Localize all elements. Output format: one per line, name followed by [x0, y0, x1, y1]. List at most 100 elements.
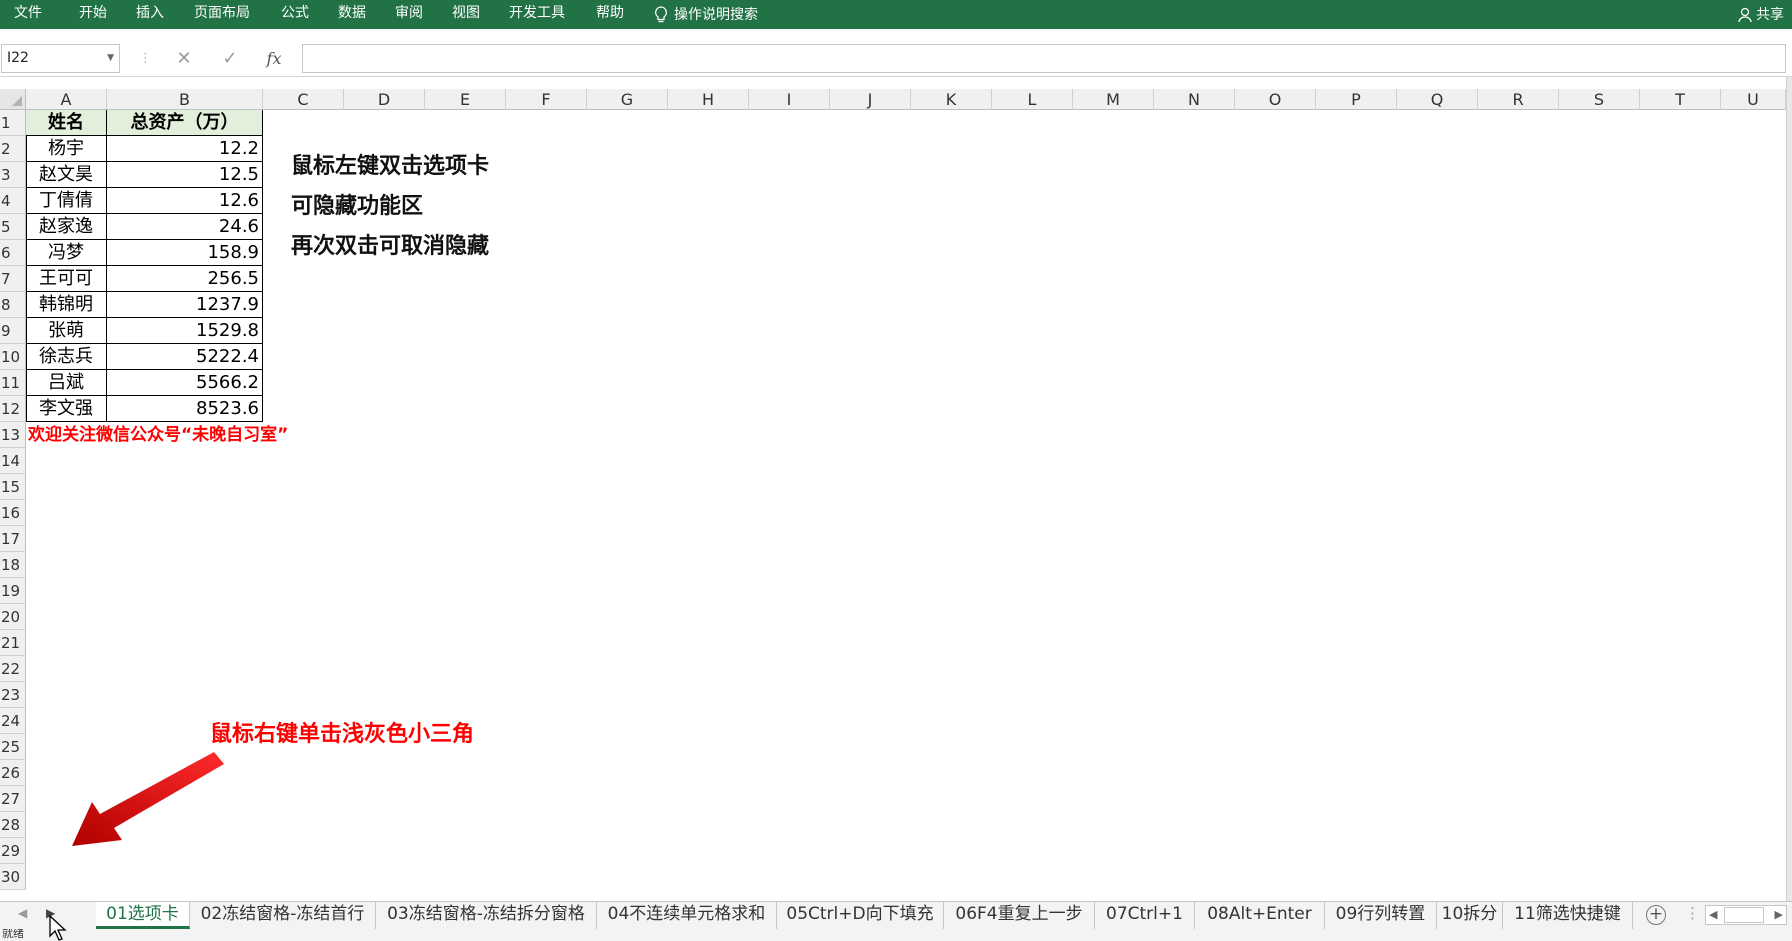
- row-header[interactable]: 9: [0, 318, 26, 344]
- table-cell-name[interactable]: 张萌: [26, 318, 107, 344]
- sheet-tab-06[interactable]: 06F4重复上一步: [944, 902, 1095, 929]
- right-click-tip[interactable]: 鼠标右键单击浅灰色小三角: [210, 716, 474, 748]
- row-header[interactable]: 6: [0, 240, 26, 266]
- row-header[interactable]: 18: [0, 552, 26, 578]
- share-button[interactable]: 共享: [1738, 0, 1784, 29]
- column-header[interactable]: Q: [1397, 89, 1478, 110]
- column-header[interactable]: T: [1640, 89, 1721, 110]
- add-sheet-icon[interactable]: +: [1646, 905, 1666, 925]
- tab-home[interactable]: 开始: [79, 0, 107, 29]
- column-header[interactable]: N: [1154, 89, 1235, 110]
- tab-insert[interactable]: 插入: [136, 0, 164, 29]
- column-header[interactable]: F: [506, 89, 587, 110]
- row-header[interactable]: 24: [0, 708, 26, 734]
- row-header[interactable]: 14: [0, 448, 26, 474]
- table-cell-value[interactable]: 5222.4: [107, 344, 263, 370]
- table-cell-name[interactable]: 赵文昊: [26, 162, 107, 188]
- column-header[interactable]: C: [263, 89, 344, 110]
- tab-developer[interactable]: 开发工具: [509, 0, 565, 29]
- table-cell-name[interactable]: 王可可: [26, 266, 107, 292]
- tab-data[interactable]: 数据: [338, 0, 366, 29]
- tell-me-search[interactable]: 操作说明搜索: [654, 0, 758, 29]
- tip-line-2[interactable]: 可隐藏功能区: [291, 188, 423, 220]
- cell-area[interactable]: 姓名 总资产（万） 杨宇 12.2 赵文昊 12.5 丁倩倩 12.6 赵家逸 …: [26, 110, 1786, 900]
- table-cell-name[interactable]: 吕斌: [26, 370, 107, 396]
- formula-input[interactable]: [302, 44, 1786, 73]
- vertical-scrollbar[interactable]: [1786, 77, 1792, 901]
- scroll-right-icon[interactable]: ▶: [1775, 908, 1783, 921]
- row-header[interactable]: 13: [0, 422, 26, 448]
- table-cell-value[interactable]: 12.6: [107, 188, 263, 214]
- scroll-left-icon[interactable]: ◀: [1709, 908, 1717, 921]
- table-cell-name[interactable]: 徐志兵: [26, 344, 107, 370]
- table-cell-value[interactable]: 5566.2: [107, 370, 263, 396]
- column-header[interactable]: E: [425, 89, 506, 110]
- row-header[interactable]: 30: [0, 864, 26, 890]
- row-header[interactable]: 4: [0, 188, 26, 214]
- column-header[interactable]: G: [587, 89, 668, 110]
- row-header[interactable]: 11: [0, 370, 26, 396]
- column-header[interactable]: J: [830, 89, 911, 110]
- tip-line-1[interactable]: 鼠标左键双击选项卡: [291, 148, 489, 180]
- row-header[interactable]: 12: [0, 396, 26, 422]
- row-header[interactable]: 29: [0, 838, 26, 864]
- table-cell-name[interactable]: 韩锦明: [26, 292, 107, 318]
- row-header[interactable]: 17: [0, 526, 26, 552]
- column-header[interactable]: O: [1235, 89, 1316, 110]
- sheet-tab-03[interactable]: 03冻结窗格-冻结拆分窗格: [376, 902, 597, 929]
- tab-view[interactable]: 视图: [452, 0, 480, 29]
- row-header[interactable]: 28: [0, 812, 26, 838]
- column-header[interactable]: R: [1478, 89, 1559, 110]
- table-cell-value[interactable]: 24.6: [107, 214, 263, 240]
- check-icon[interactable]: ✓: [218, 46, 242, 70]
- row-header[interactable]: 27: [0, 786, 26, 812]
- table-cell-value[interactable]: 158.9: [107, 240, 263, 266]
- row-header[interactable]: 10: [0, 344, 26, 370]
- row-header[interactable]: 21: [0, 630, 26, 656]
- row-header[interactable]: 5: [0, 214, 26, 240]
- column-header[interactable]: D: [344, 89, 425, 110]
- row-header[interactable]: 26: [0, 760, 26, 786]
- table-cell-name[interactable]: 赵家逸: [26, 214, 107, 240]
- column-header[interactable]: H: [668, 89, 749, 110]
- table-header-assets[interactable]: 总资产（万）: [107, 110, 263, 136]
- wechat-note[interactable]: 欢迎关注微信公众号“未晚自习室”: [28, 425, 288, 445]
- tab-help[interactable]: 帮助: [596, 0, 624, 29]
- scroll-left-icon[interactable]: ◀: [18, 906, 27, 920]
- name-box[interactable]: I22 ▼: [1, 44, 120, 73]
- table-cell-value[interactable]: 12.2: [107, 136, 263, 162]
- sheet-tab-02[interactable]: 02冻结窗格-冻结首行: [190, 902, 376, 929]
- row-header[interactable]: 20: [0, 604, 26, 630]
- row-header[interactable]: 22: [0, 656, 26, 682]
- table-cell-name[interactable]: 李文强: [26, 396, 107, 422]
- table-cell-value[interactable]: 1237.9: [107, 292, 263, 318]
- sheet-tab-01[interactable]: 01选项卡: [96, 902, 190, 929]
- row-header[interactable]: 1: [0, 110, 26, 136]
- column-header[interactable]: L: [992, 89, 1073, 110]
- sheet-tab-09[interactable]: 09行列转置: [1325, 902, 1437, 929]
- column-header[interactable]: A: [26, 89, 107, 110]
- tip-line-3[interactable]: 再次双击可取消隐藏: [291, 228, 489, 260]
- sheet-tab-08[interactable]: 08Alt+Enter: [1195, 902, 1325, 929]
- select-all-button[interactable]: [0, 89, 26, 110]
- table-cell-value[interactable]: 12.5: [107, 162, 263, 188]
- row-header[interactable]: 2: [0, 136, 26, 162]
- row-header[interactable]: 7: [0, 266, 26, 292]
- column-header[interactable]: M: [1073, 89, 1154, 110]
- row-header[interactable]: 25: [0, 734, 26, 760]
- sheet-tab-07[interactable]: 07Ctrl+1: [1095, 902, 1195, 929]
- table-cell-name[interactable]: 杨宇: [26, 136, 107, 162]
- table-cell-name[interactable]: 冯梦: [26, 240, 107, 266]
- tab-page-layout[interactable]: 页面布局: [194, 0, 250, 29]
- horizontal-scrollbar[interactable]: ◀ ▶: [1705, 905, 1787, 925]
- column-header[interactable]: I: [749, 89, 830, 110]
- tab-review[interactable]: 审阅: [395, 0, 423, 29]
- tab-formulas[interactable]: 公式: [281, 0, 309, 29]
- sheet-tab-10[interactable]: 10拆分: [1437, 902, 1503, 929]
- cancel-icon[interactable]: ✕: [172, 46, 196, 70]
- row-header[interactable]: 16: [0, 500, 26, 526]
- column-header[interactable]: K: [911, 89, 992, 110]
- row-header[interactable]: 15: [0, 474, 26, 500]
- insert-function-icon[interactable]: fx: [262, 46, 286, 70]
- column-header[interactable]: B: [107, 89, 263, 110]
